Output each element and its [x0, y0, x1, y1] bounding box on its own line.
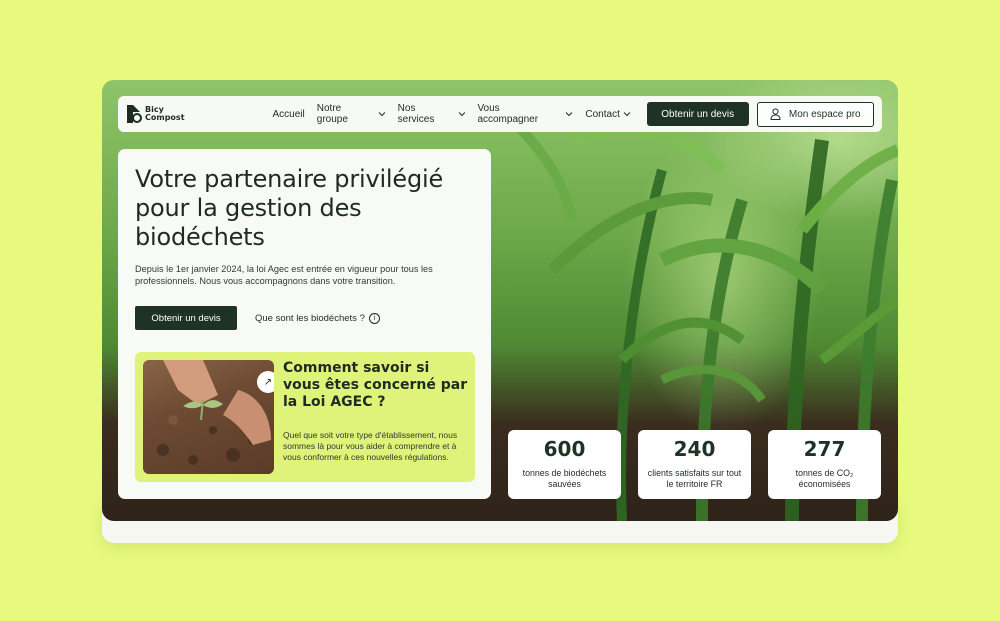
chevron-down-icon [378, 112, 386, 117]
stat-label: clients satisfaits sur tout le territoir… [647, 468, 742, 489]
hero-title: Votre partenaire privilégié pour la gest… [135, 165, 444, 251]
stat-label: tonnes de CO₂ économisées [795, 468, 854, 489]
user-icon [770, 108, 781, 120]
pro-space-label: Mon espace pro [788, 108, 861, 120]
chevron-down-icon [458, 112, 465, 117]
info-icon: i [368, 312, 380, 324]
logo-text-line2: Compost [145, 113, 185, 122]
biowaste-info-link[interactable]: Que sont les biodéchets ? i [255, 306, 380, 330]
hero-description: Depuis le 1er janvier 2024, la loi Agec … [135, 264, 433, 286]
stat-value: 277 [803, 437, 846, 461]
nav-item-accueil[interactable]: Accueil [273, 109, 305, 120]
logo[interactable]: Bicy Compost [126, 104, 185, 124]
stat-label: tonnes de biodéchets sauvées [522, 468, 607, 489]
agec-card[interactable]: ↗ Comment savoir si vous êtes concerné p… [135, 352, 475, 482]
browser-frame: Bicy Compost Accueil Notre groupe Nos se… [102, 80, 898, 521]
nav-item-label: Contact [585, 108, 620, 120]
nav-item-label: Notre groupe [316, 103, 348, 125]
chevron-down-icon [623, 112, 631, 117]
arrow-up-right-icon[interactable]: ↗ [257, 371, 274, 393]
nav-item-notre-groupe[interactable]: Notre groupe [317, 103, 386, 125]
nav-item-nos-services[interactable]: Nos services [398, 103, 466, 125]
biowaste-info-label: Que sont les biodéchets ? [255, 312, 365, 324]
nav-item-vous-accompagner[interactable]: Vous accompagner [477, 103, 573, 125]
nav-quote-button[interactable]: Obtenir un devis [646, 102, 749, 126]
hands-planting-image: ↗ [143, 360, 274, 474]
agec-card-title: Comment savoir si vous êtes concerné par… [283, 360, 468, 410]
hands-soil-illustration [157, 360, 271, 465]
nav-item-label: Vous accompagner [477, 103, 539, 125]
hero-card: Votre partenaire privilégié pour la gest… [118, 149, 491, 499]
logo-mark-icon [127, 105, 142, 123]
hero-quote-button[interactable]: Obtenir un devis [135, 306, 237, 330]
pro-space-button[interactable]: Mon espace pro [756, 101, 874, 127]
stat-value: 240 [673, 437, 716, 461]
stat-value: 600 [543, 437, 586, 461]
agec-card-text: Quel que soit votre type d'établissement… [283, 430, 458, 462]
stat-card-biowaste: 600 tonnes de biodéchets sauvées [508, 430, 621, 499]
nav-item-label: Nos services [397, 103, 435, 125]
stat-card-co2: 277 tonnes de CO₂ économisées [768, 430, 881, 499]
stat-card-clients: 240 clients satisfaits sur tout le terri… [638, 430, 751, 499]
nav-item-contact[interactable]: Contact [585, 108, 631, 120]
main-menu: Accueil Notre groupe Nos services Vous a… [273, 103, 631, 125]
chevron-down-icon [566, 112, 573, 117]
nav-item-label: Accueil [272, 108, 305, 120]
top-navigation: Bicy Compost Accueil Notre groupe Nos se… [118, 96, 882, 132]
